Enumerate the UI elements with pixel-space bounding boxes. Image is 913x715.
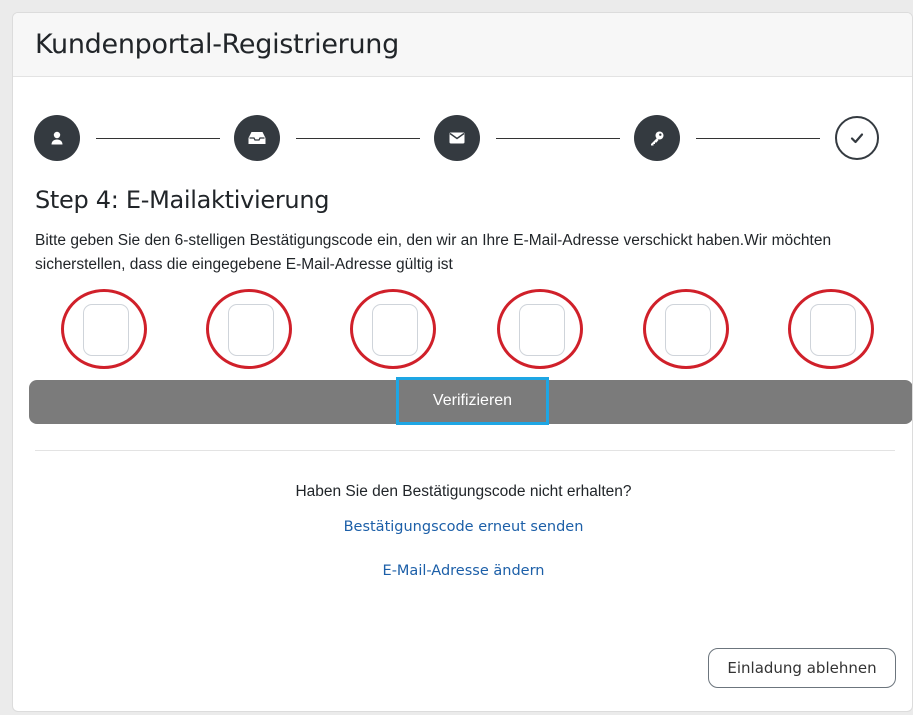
stepper bbox=[33, 110, 903, 164]
code-digit-5-input[interactable] bbox=[665, 304, 711, 356]
code-highlight-ring bbox=[350, 289, 436, 369]
step-2-inbox bbox=[234, 115, 280, 161]
inbox-icon bbox=[248, 131, 266, 145]
decline-invitation-button[interactable]: Einladung ablehnen bbox=[708, 648, 896, 688]
code-highlight-ring bbox=[788, 289, 874, 369]
code-digit-6-input[interactable] bbox=[810, 304, 856, 356]
resend-code-link[interactable]: Bestätigungscode erneut senden bbox=[13, 519, 912, 535]
code-digit-3-input[interactable] bbox=[372, 304, 418, 356]
envelope-icon bbox=[449, 132, 465, 144]
instruction-text: Bitte geben Sie den 6-stelligen Bestätig… bbox=[35, 232, 832, 273]
code-digit-4-input[interactable] bbox=[519, 304, 565, 356]
step-5-complete bbox=[835, 116, 879, 160]
step-connector bbox=[696, 138, 820, 139]
code-highlight-ring bbox=[206, 289, 292, 369]
step-1-account bbox=[34, 115, 80, 161]
step-connector bbox=[296, 138, 420, 139]
page-title: Kundenportal-Registrierung bbox=[35, 29, 399, 60]
step-4-password bbox=[634, 115, 680, 161]
code-highlight-ring bbox=[497, 289, 583, 369]
key-icon bbox=[649, 130, 665, 146]
resend-question: Haben Sie den Bestätigungscode nicht erh… bbox=[295, 483, 632, 500]
code-digit-2-input[interactable] bbox=[228, 304, 274, 356]
divider bbox=[35, 450, 895, 451]
card-header: Kundenportal-Registrierung bbox=[13, 13, 912, 77]
code-highlight-ring bbox=[643, 289, 729, 369]
change-email-link[interactable]: E-Mail-Adresse ändern bbox=[13, 563, 912, 579]
step-connector bbox=[496, 138, 620, 139]
step-title: Step 4: E-Mailaktivierung bbox=[35, 186, 330, 214]
code-digit-1-input[interactable] bbox=[83, 304, 129, 356]
verify-button[interactable]: Verifizieren bbox=[396, 377, 549, 425]
user-icon bbox=[49, 130, 65, 146]
step-connector bbox=[96, 138, 220, 139]
check-icon bbox=[850, 132, 864, 144]
registration-card: Kundenportal-Registrierung Step 4: E-Mai… bbox=[12, 12, 913, 712]
verification-code-inputs bbox=[13, 289, 912, 369]
step-3-email bbox=[434, 115, 480, 161]
code-highlight-ring bbox=[61, 289, 147, 369]
